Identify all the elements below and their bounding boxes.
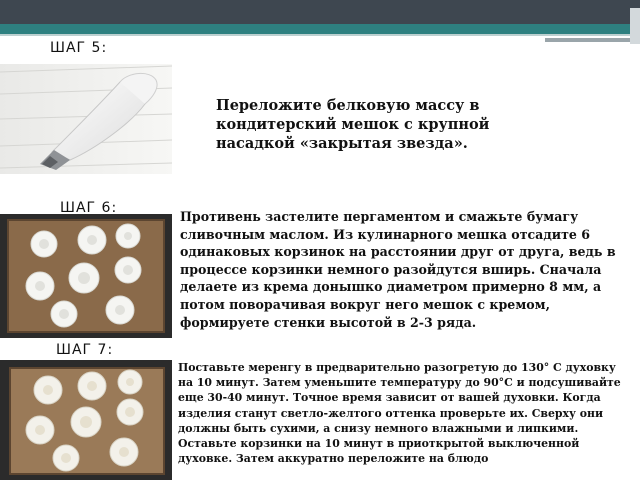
header-divider bbox=[0, 34, 640, 36]
header-teal-stripe bbox=[0, 24, 640, 34]
header-accent-bar bbox=[545, 38, 640, 42]
meringue-tray-baked-photo bbox=[0, 360, 172, 480]
step-5-text: Переложите белковую массу в кондитерский… bbox=[216, 97, 490, 152]
piping-bag-photo bbox=[0, 64, 172, 174]
step-7-text: Поставьте меренгу в предварительно разог… bbox=[178, 361, 621, 466]
step-5-label: ШАГ 5: bbox=[50, 40, 108, 56]
step-7-label: ШАГ 7: bbox=[56, 342, 114, 358]
header-accent-corner bbox=[630, 8, 640, 44]
header-band bbox=[0, 0, 640, 24]
meringue-tray-raw-photo bbox=[0, 214, 172, 338]
step-6-text: Противень застелите пергаментом и смажьт… bbox=[180, 209, 616, 330]
